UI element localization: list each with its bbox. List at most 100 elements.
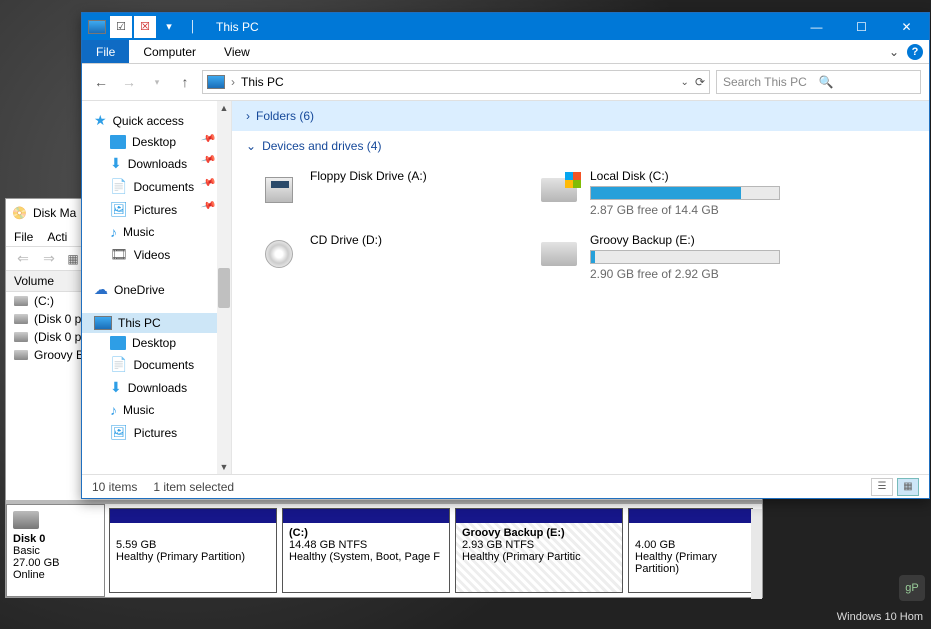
capacity-bar <box>590 250 780 264</box>
dm-disk-label[interactable]: Disk 0 Basic 27.00 GB Online <box>6 504 105 597</box>
nav-quick-access[interactable]: ★Quick access <box>82 109 231 132</box>
group-label: Folders (6) <box>256 109 314 123</box>
dm-disk-status: Online <box>13 569 45 581</box>
nav-label: Desktop <box>132 135 176 149</box>
part-size: 5.59 GB <box>116 539 156 551</box>
nav-music[interactable]: ♪Music <box>82 221 231 243</box>
search-input[interactable]: Search This PC 🔍 <box>716 70 921 94</box>
nav-pc-pictures[interactable]: 🖼Pictures <box>82 421 231 444</box>
disk-icon <box>13 511 39 529</box>
capacity-bar <box>590 186 780 200</box>
floppy-icon <box>258 169 300 211</box>
explorer-titlebar[interactable]: ☑ ☒ ▾ │ This PC — ☐ ✕ <box>82 13 929 40</box>
dm-partition-selected[interactable]: Groovy Backup (E:) 2.93 GB NTFS Healthy … <box>455 508 623 593</box>
nav-pc-music[interactable]: ♪ Music <box>82 399 231 421</box>
nav-pc-documents[interactable]: 📄Documents <box>82 353 231 376</box>
cloud-icon: ☁ <box>94 281 108 298</box>
nav-pictures[interactable]: 🖼Pictures📌 <box>82 198 231 221</box>
qat-newfolder-icon[interactable]: ☒ <box>134 16 156 38</box>
nav-label: Pictures <box>134 426 177 440</box>
address-path-input[interactable]: › This PC ⌄ ⟳ <box>202 70 710 94</box>
drive-backup-e[interactable]: Groovy Backup (E:) 2.90 GB free of 2.92 … <box>538 233 788 281</box>
drive-floppy[interactable]: Floppy Disk Drive (A:) <box>258 169 508 217</box>
drive-label: Groovy Backup (E:) <box>590 233 788 247</box>
view-details-button[interactable]: ☰ <box>871 478 893 496</box>
dm-partition[interactable]: 5.59 GB Healthy (Primary Partition) <box>109 508 277 593</box>
part-status: Healthy (System, Boot, Page F <box>289 551 440 563</box>
volume-icon <box>14 296 28 306</box>
ribbon: File Computer View ⌄ ? <box>82 40 929 64</box>
drive-local-c[interactable]: Local Disk (C:) 2.87 GB free of 14.4 GB <box>538 169 788 217</box>
dm-title-text: Disk Ma <box>33 206 76 220</box>
nav-label: Documents <box>133 180 194 194</box>
qat-dropdown-icon[interactable]: ▾ <box>158 16 180 38</box>
drive-label: Local Disk (C:) <box>590 169 788 183</box>
scroll-thumb[interactable] <box>218 268 230 308</box>
nav-label: Pictures <box>134 203 177 217</box>
volume-icon <box>14 314 28 324</box>
scroll-up-icon[interactable]: ▲ <box>220 103 229 113</box>
ribbon-tab-file[interactable]: File <box>82 40 129 63</box>
dm-tool-icon[interactable]: ▦ <box>64 250 82 268</box>
desktop-watermark: Windows 10 Hom <box>837 611 923 623</box>
dm-back-icon: ⇐ <box>12 248 34 270</box>
nav-back-button[interactable]: ← <box>90 71 112 93</box>
ribbon-expand-icon[interactable]: ⌄ <box>889 45 899 59</box>
nav-label: OneDrive <box>114 283 165 297</box>
dm-menu-action[interactable]: Acti <box>47 230 67 244</box>
dm-scrollbar[interactable] <box>751 509 762 599</box>
drive-cd[interactable]: CD Drive (D:) <box>258 233 508 281</box>
hdd-icon <box>538 233 580 275</box>
status-item-count: 10 items <box>92 480 137 494</box>
part-size: 4.00 GB <box>635 539 675 551</box>
breadcrumb[interactable]: This PC <box>241 75 284 89</box>
dm-fwd-icon: ⇒ <box>38 248 60 270</box>
dm-menu-file[interactable]: File <box>14 230 33 244</box>
navpane-scrollbar[interactable]: ▲ ▼ <box>217 101 231 474</box>
nav-label: Documents <box>133 358 194 372</box>
drive-subtext: 2.87 GB free of 14.4 GB <box>590 203 788 217</box>
address-dropdown-icon[interactable]: ⌄ <box>681 77 689 88</box>
nav-onedrive[interactable]: ☁ OneDrive <box>82 278 231 301</box>
group-label: Devices and drives (4) <box>262 139 381 153</box>
search-placeholder: Search This PC <box>723 75 819 89</box>
close-button[interactable]: ✕ <box>884 13 929 40</box>
partition-band <box>456 509 622 523</box>
nav-downloads[interactable]: ⬇Downloads📌 <box>82 152 231 175</box>
nav-documents[interactable]: 📄Documents📌 <box>82 175 231 198</box>
content-pane: › Folders (6) ⌄Devices and drives (4) Flo… <box>232 101 929 474</box>
minimize-button[interactable]: — <box>794 13 839 40</box>
music-icon: ♪ <box>110 402 117 418</box>
view-tiles-button[interactable]: ▦ <box>897 478 919 496</box>
dm-partition[interactable]: (C:) 14.48 GB NTFS Healthy (System, Boot… <box>282 508 450 593</box>
nav-this-pc[interactable]: This PC <box>82 313 231 333</box>
nav-label: Music <box>123 225 154 239</box>
refresh-icon[interactable]: ⟳ <box>695 75 705 89</box>
group-devices[interactable]: ⌄Devices and drives (4) <box>232 131 929 161</box>
volume-icon <box>14 350 28 360</box>
group-folders[interactable]: › Folders (6) <box>232 101 929 131</box>
chevron-right-icon: › <box>246 109 250 123</box>
qat-properties-icon[interactable]: ☑ <box>110 16 132 38</box>
drive-label: CD Drive (D:) <box>310 233 508 247</box>
nav-videos[interactable]: 🎞Videos <box>82 243 231 266</box>
nav-pc-desktop[interactable]: Desktop <box>82 333 231 353</box>
star-icon: ★ <box>94 112 107 129</box>
ribbon-tab-computer[interactable]: Computer <box>129 40 210 63</box>
explorer-window: ☑ ☒ ▾ │ This PC — ☐ ✕ File Computer View… <box>81 12 930 499</box>
capacity-fill <box>591 251 595 263</box>
ribbon-tab-view[interactable]: View <box>210 40 264 63</box>
part-status: Healthy (Primary Partition) <box>635 551 717 575</box>
status-bar: 10 items 1 item selected ☰ ▦ <box>82 474 929 498</box>
pc-icon[interactable] <box>86 16 108 38</box>
nav-label: Music <box>123 403 154 417</box>
nav-desktop[interactable]: Desktop📌 <box>82 132 231 152</box>
help-icon[interactable]: ? <box>907 44 923 60</box>
maximize-button[interactable]: ☐ <box>839 13 884 40</box>
dm-partition[interactable]: 4.00 GB Healthy (Primary Partition) <box>628 508 753 593</box>
volume-icon <box>14 332 28 342</box>
scroll-down-icon[interactable]: ▼ <box>220 462 229 472</box>
nav-recent-dropdown[interactable]: ▾ <box>146 71 168 93</box>
nav-pc-downloads[interactable]: ⬇Downloads <box>82 376 231 399</box>
nav-up-button[interactable]: ↑ <box>174 71 196 93</box>
